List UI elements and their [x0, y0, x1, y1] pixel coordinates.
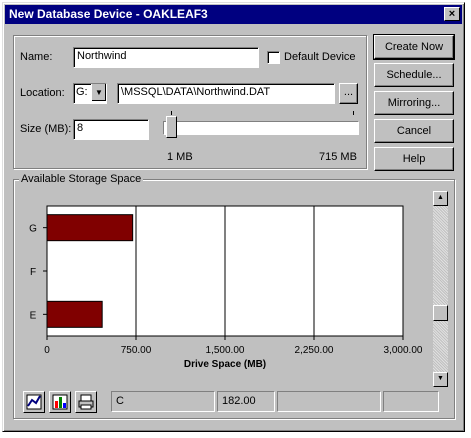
create-now-button[interactable]: Create Now	[373, 34, 455, 60]
status-value-cell: 182.00	[217, 391, 275, 412]
y-tick-label: E	[30, 310, 37, 321]
print-icon	[78, 394, 94, 410]
name-label: Name:	[20, 51, 53, 63]
default-device-checkbox[interactable]	[267, 51, 280, 64]
y-tick-label: G	[29, 224, 37, 235]
scroll-down-button[interactable]: ▼	[433, 372, 448, 387]
x-tick-label: 1,500.00	[206, 345, 245, 356]
chart-type-icon	[26, 394, 42, 410]
close-button[interactable]: ×	[444, 7, 460, 21]
storage-chart: 0 750.00 1,500.00 2,250.00 3,000.00 G F E Drive …	[29, 205, 423, 370]
browse-button[interactable]: ...	[339, 83, 358, 104]
window-title: New Database Device - OAKLEAF3	[9, 7, 208, 21]
scroll-thumb[interactable]	[433, 305, 448, 321]
slider-min-label: 1 MB	[167, 151, 193, 163]
drive-select[interactable]: G: ▼	[73, 83, 107, 104]
default-device-label: Default Device	[284, 51, 356, 63]
name-field[interactable]: Northwind	[73, 47, 259, 68]
bar-drive-g	[46, 214, 134, 242]
scroll-up-button[interactable]: ▲	[433, 191, 448, 206]
mirroring-button[interactable]: Mirroring...	[374, 91, 454, 115]
bar-drive-e	[46, 300, 103, 328]
size-field[interactable]: 8	[73, 119, 149, 140]
x-tick-label: 750.00	[121, 345, 152, 356]
title-bar: New Database Device - OAKLEAF3 ×	[5, 5, 462, 24]
new-database-device-dialog: New Database Device - OAKLEAF3 × Name: N…	[2, 2, 465, 432]
drive-select-value: G:	[76, 86, 88, 98]
status-cell-4	[383, 391, 439, 412]
slider-track	[163, 121, 359, 135]
cancel-button[interactable]: Cancel	[374, 119, 454, 143]
dropdown-arrow-icon[interactable]: ▼	[91, 84, 106, 101]
status-drive-cell: C	[111, 391, 215, 412]
y-tick-label: F	[30, 267, 36, 278]
schedule-button[interactable]: Schedule...	[374, 63, 454, 87]
storage-chart-area: 0 750.00 1,500.00 2,250.00 3,000.00 G F E Drive …	[17, 191, 431, 385]
path-field[interactable]: \MSSQL\DATA\Northwind.DAT	[117, 83, 335, 104]
status-cell-3	[277, 391, 381, 412]
print-button[interactable]	[75, 391, 97, 413]
slider-tick-right	[353, 111, 354, 115]
x-tick-label: 0	[44, 345, 50, 356]
slider-max-label: 715 MB	[319, 151, 357, 163]
location-label: Location:	[20, 87, 65, 99]
x-tick-label: 3,000.00	[384, 345, 423, 356]
bar-chart-icon	[52, 394, 68, 410]
size-slider[interactable]	[163, 111, 359, 151]
chart-type-button[interactable]	[23, 391, 45, 413]
chart-scrollbar[interactable]: ▲ ▼	[433, 191, 448, 387]
slider-tick-left	[171, 111, 172, 115]
help-button[interactable]: Help	[374, 147, 454, 171]
x-tick-label: 2,250.00	[295, 345, 334, 356]
bar-chart-button[interactable]	[49, 391, 71, 413]
size-label: Size (MB):	[20, 123, 72, 135]
slider-thumb[interactable]	[166, 116, 177, 138]
x-axis-title: Drive Space (MB)	[184, 359, 266, 370]
storage-group-label: Available Storage Space	[19, 173, 144, 185]
